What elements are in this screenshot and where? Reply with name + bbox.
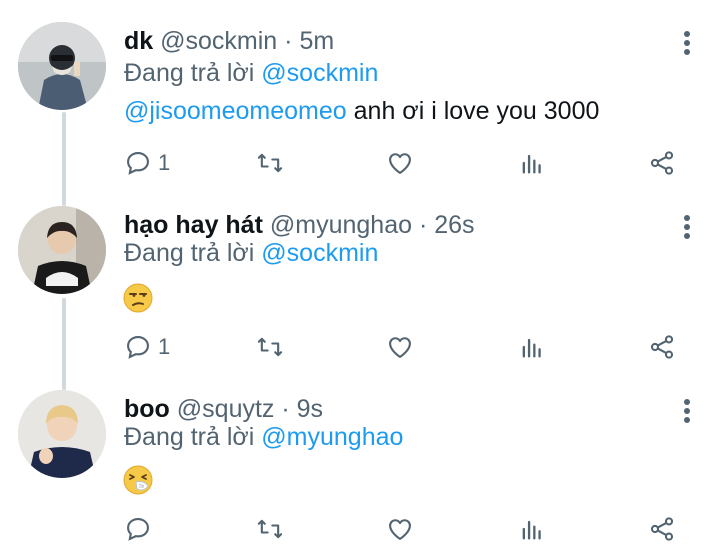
like-button[interactable] — [386, 514, 414, 544]
share-button[interactable] — [648, 514, 676, 544]
like-icon — [389, 337, 411, 358]
retweet-icon — [257, 519, 283, 539]
retweet-icon — [257, 337, 283, 357]
replying-to-label: Đang trả lời — [124, 239, 255, 267]
reply-count: 1 — [158, 150, 171, 175]
retweet-icon — [257, 153, 283, 173]
tweet[interactable]: hạo hay hát @myunghao · 26s Đang trả lời… — [0, 206, 720, 376]
more-options-icon[interactable] — [676, 396, 698, 426]
action-bar: 1 — [124, 332, 684, 362]
separator: · — [281, 395, 290, 423]
avatar[interactable] — [18, 390, 106, 478]
tweet-text-content: anh ơi i love you 3000 — [346, 97, 600, 125]
timestamp[interactable]: 9s — [297, 395, 323, 423]
tweet-header: hạo hay hát @myunghao · 26s — [124, 210, 475, 240]
replying-to-label: Đang trả lời — [124, 59, 255, 87]
retweet-button[interactable] — [256, 332, 284, 362]
action-bar: 1 — [124, 148, 684, 178]
share-icon — [650, 517, 674, 541]
replying-to-mention[interactable]: @sockmin — [261, 239, 378, 267]
reply-button[interactable]: 1 — [124, 332, 170, 362]
username[interactable]: @myunghao — [270, 211, 412, 239]
username[interactable]: @sockmin — [160, 27, 277, 55]
display-name[interactable]: boo — [124, 395, 170, 423]
replying-to: Đang trả lời @myunghao — [124, 422, 403, 452]
share-icon — [650, 151, 674, 175]
display-name[interactable]: dk — [124, 27, 153, 55]
tweet-header: boo @squytz · 9s — [124, 394, 323, 424]
more-options-icon[interactable] — [676, 212, 698, 242]
mention-link[interactable]: @jisoomeomeomeo — [124, 97, 347, 125]
reply-button[interactable]: 1 — [124, 148, 170, 178]
display-name[interactable]: hạo hay hát — [124, 211, 263, 239]
reply-icon — [127, 336, 149, 359]
share-button[interactable] — [648, 332, 676, 362]
reply-count: 1 — [158, 334, 171, 359]
analytics-icon — [522, 154, 541, 174]
like-button[interactable] — [386, 148, 414, 178]
share-button[interactable] — [648, 148, 676, 178]
like-button[interactable] — [386, 332, 414, 362]
retweet-button[interactable] — [256, 148, 284, 178]
timestamp[interactable]: 5m — [299, 27, 334, 55]
replying-to-mention[interactable]: @sockmin — [261, 59, 378, 87]
separator: · — [418, 211, 428, 239]
avatar[interactable] — [18, 22, 106, 110]
like-icon — [389, 153, 411, 174]
analytics-button[interactable] — [518, 148, 546, 178]
analytics-icon — [522, 520, 541, 540]
replying-to-mention[interactable]: @myunghao — [261, 423, 403, 451]
reply-icon — [127, 518, 149, 541]
like-icon — [389, 519, 411, 540]
more-options-icon[interactable] — [676, 28, 698, 58]
replying-to: Đang trả lời @sockmin — [124, 238, 378, 268]
action-bar — [124, 514, 684, 544]
analytics-button[interactable] — [518, 332, 546, 362]
unamused-emoji — [123, 283, 153, 313]
retweet-button[interactable] — [256, 514, 284, 544]
avatar[interactable] — [18, 206, 106, 294]
reply-button[interactable] — [124, 514, 158, 544]
separator: · — [284, 27, 293, 55]
analytics-button[interactable] — [518, 514, 546, 544]
share-icon — [650, 335, 674, 359]
reply-icon — [127, 152, 149, 175]
tweet-text: @jisoomeomeomeo anh ơi i love you 3000 — [124, 96, 599, 126]
replying-to-label: Đang trả lời — [124, 423, 255, 451]
tweet-header: dk @sockmin · 5m — [124, 26, 334, 56]
tweet[interactable]: dk @sockmin · 5m Đang trả lời @sockmin @… — [0, 22, 720, 192]
tweet[interactable]: boo @squytz · 9s Đang trả lời @myunghao — [0, 390, 720, 555]
timestamp[interactable]: 26s — [434, 211, 474, 239]
analytics-icon — [522, 338, 541, 358]
replying-to: Đang trả lời @sockmin — [124, 58, 378, 88]
sneezing-emoji — [123, 465, 153, 495]
username[interactable]: @squytz — [177, 395, 275, 423]
